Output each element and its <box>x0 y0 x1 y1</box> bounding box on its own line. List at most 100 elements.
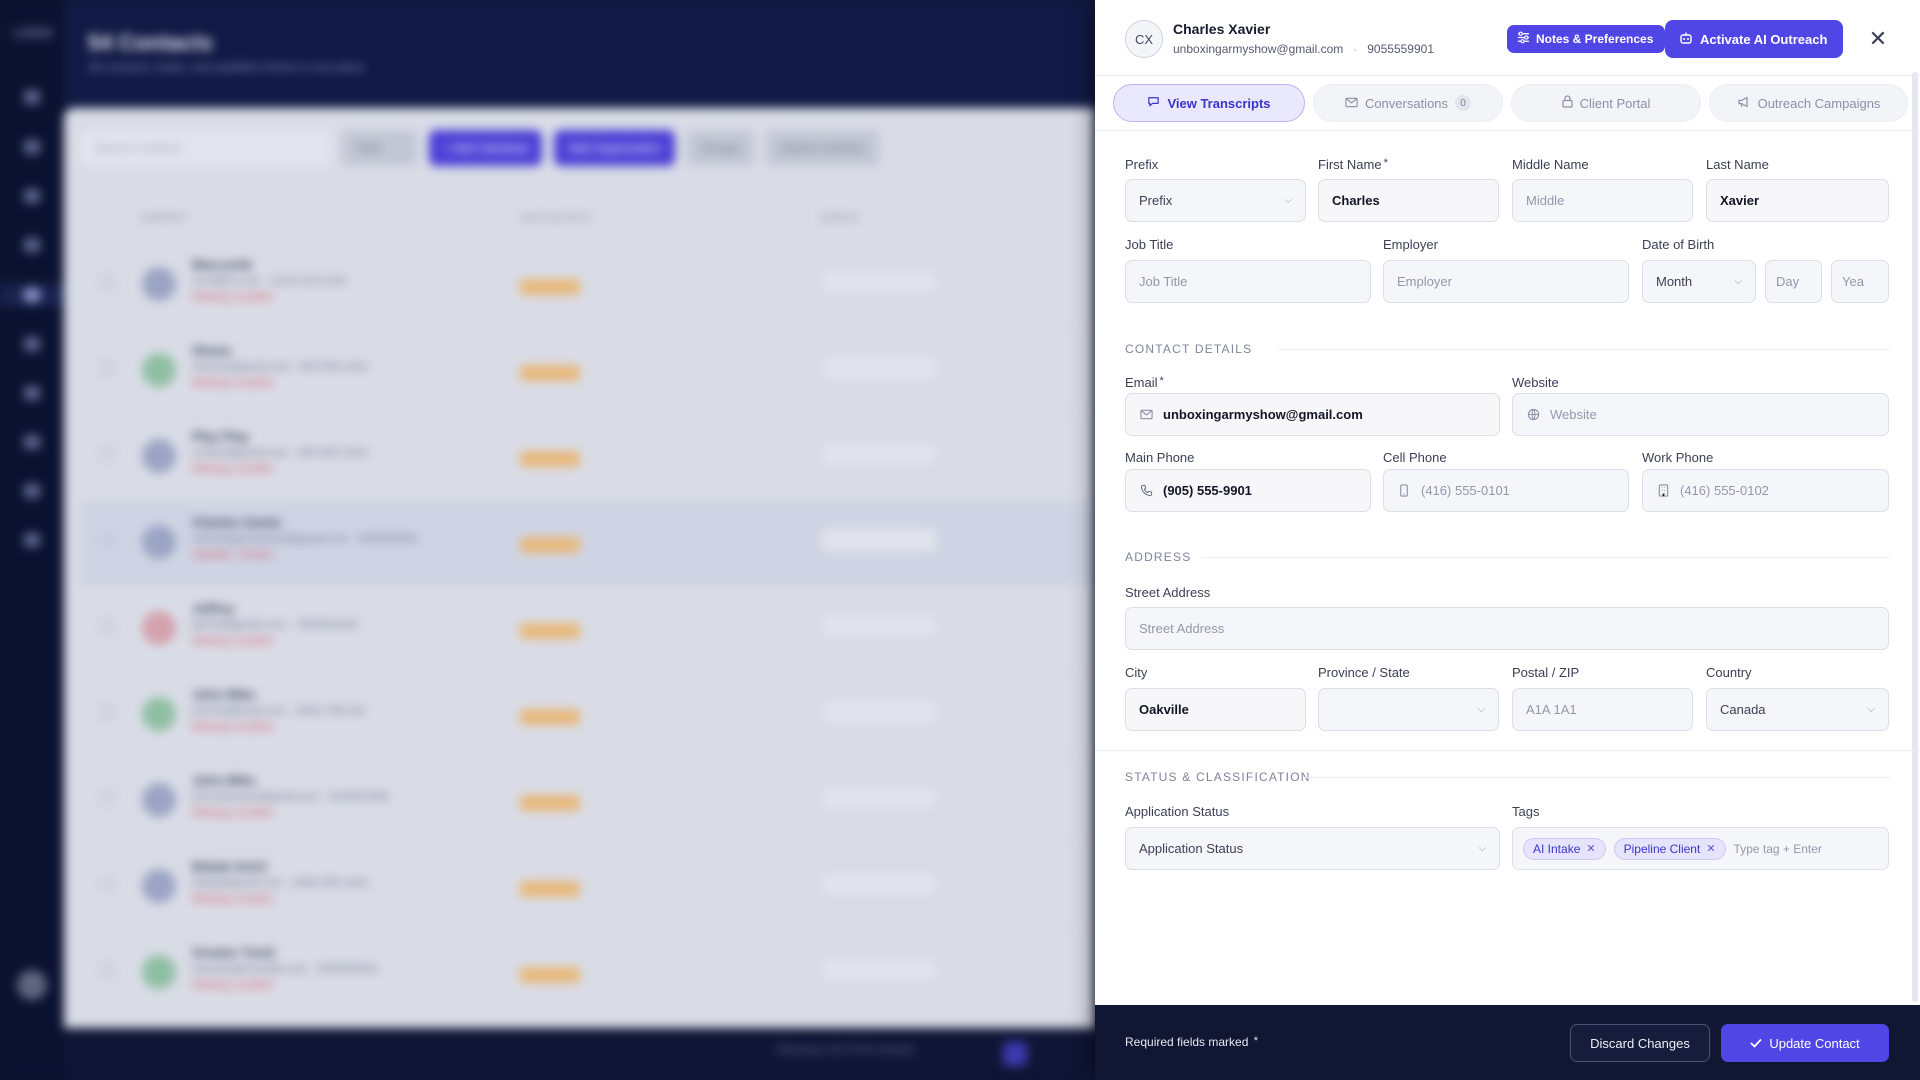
row-checkbox[interactable] <box>100 791 114 805</box>
table-row[interactable]: Babak Amiri babak@gmail.com · (905) 555-1… <box>80 847 1095 929</box>
sidebar-nav-icon[interactable] <box>24 288 40 302</box>
row-checkbox[interactable] <box>100 361 114 375</box>
row-status-select[interactable] <box>820 269 938 295</box>
filter-button[interactable]: Filter <box>342 130 417 166</box>
tags-field[interactable]: AI Intake ✕ Pipeline Client ✕ Type tag + E… <box>1512 827 1889 870</box>
table-row[interactable]: Maccomb mzz@fxs.com · (123) 123-1234 Missi… <box>80 245 1095 327</box>
tab-view-transcripts[interactable]: View Transcripts <box>1113 84 1305 122</box>
chevron-down-icon: ⌵ <box>1734 276 1742 287</box>
tag-input[interactable]: Type tag + Enter <box>1734 842 1822 856</box>
application-status-select[interactable]: Application Status ⌵ <box>1125 827 1500 870</box>
row-checkbox[interactable] <box>100 533 114 547</box>
table-row[interactable]: Jeffrey jeff.fed@gmail.com · 7895543345 Mi… <box>80 589 1095 671</box>
groups-button[interactable]: Groups <box>686 130 755 166</box>
discard-changes-button[interactable]: Discard Changes <box>1570 1024 1710 1062</box>
row-checkbox[interactable] <box>100 963 114 977</box>
drawer-scroll-area: CX Charles Xavier unboxingarmyshow@gmail… <box>1095 0 1920 1005</box>
sidebar-nav-icon[interactable] <box>24 435 40 449</box>
chat-icon <box>1147 95 1160 111</box>
cell-phone-placeholder: (416) 555-0101 <box>1421 483 1510 498</box>
tab-conversations[interactable]: Conversations 0 <box>1313 84 1503 122</box>
row-contact-name: Maccomb <box>192 257 252 272</box>
row-contact-note: Missing Location <box>192 979 274 991</box>
add-individual-button[interactable]: + Add Individual <box>429 130 543 166</box>
import-contacts-button[interactable]: Import Contacts <box>766 130 879 166</box>
table-row[interactable]: Play Play contact@gmail.com · 905-555-102… <box>80 417 1095 499</box>
settings-icon[interactable] <box>17 970 47 1000</box>
row-status-select[interactable] <box>820 527 938 553</box>
table-row[interactable]: Greater Test2 testuser@example.com · 9055… <box>80 933 1095 1015</box>
main-phone-field[interactable]: (905) 555-9901 <box>1125 469 1371 512</box>
row-checkbox[interactable] <box>100 447 114 461</box>
employer-field[interactable]: Employer <box>1383 260 1629 303</box>
tab-outreach-campaigns[interactable]: Outreach Campaigns <box>1709 84 1908 122</box>
job-title-field[interactable]: Job Title <box>1125 260 1371 303</box>
employer-label: Employer <box>1383 237 1438 252</box>
sidebar-nav-icon[interactable] <box>24 337 40 351</box>
street-address-field[interactable]: Street Address <box>1125 607 1889 650</box>
sidebar-nav-icon[interactable] <box>24 90 40 104</box>
dob-day-field[interactable]: Day <box>1765 260 1822 303</box>
row-status-select[interactable] <box>820 613 938 639</box>
table-row[interactable]: Charles Xavier unboxingarmyshow@gmail.com… <box>80 503 1095 585</box>
last-name-field[interactable]: Xavier <box>1706 179 1889 222</box>
row-checkbox[interactable] <box>100 619 114 633</box>
remove-tag-icon[interactable]: ✕ <box>1706 842 1715 855</box>
table-row[interactable]: Shane shane2@gmail.com · 905-555-1023 Miss… <box>80 331 1095 413</box>
sidebar-nav-icon[interactable] <box>24 238 40 252</box>
row-checkbox[interactable] <box>100 877 114 891</box>
row-contact-email: shane2@gmail.com · 905-555-1023 <box>192 361 368 373</box>
first-name-label: First Name * <box>1318 157 1388 172</box>
search-contacts-input[interactable]: Search Contacts <box>80 130 330 166</box>
chevron-down-icon: ⌵ <box>1477 704 1485 715</box>
row-contact-note: Missing Location <box>192 291 274 303</box>
close-icon[interactable]: ✕ <box>1865 26 1891 52</box>
tab-client-portal[interactable]: Client Portal <box>1511 84 1701 122</box>
row-checkbox[interactable] <box>100 705 114 719</box>
row-status-select[interactable] <box>820 441 938 467</box>
drawer-scrollbar[interactable] <box>1912 72 1918 1002</box>
row-contact-email: contact@gmail.com · 905-555-1023 <box>192 447 368 459</box>
sidebar-nav-icon[interactable] <box>24 189 40 203</box>
contacts-toolbar: Search Contacts Filter + Add Individual … <box>80 130 879 168</box>
table-row[interactable]: John Mike john54@gmail.com · (905) 788-33… <box>80 675 1095 757</box>
country-select[interactable]: Canada ⌵ <box>1706 688 1889 731</box>
work-phone-field[interactable]: (416) 555-0102 <box>1642 469 1889 512</box>
avatar <box>142 525 176 559</box>
postal-field[interactable]: A1A 1A1 <box>1512 688 1693 731</box>
row-checkbox[interactable] <box>100 275 114 289</box>
section-divider <box>1278 349 1890 350</box>
pagination-page-button[interactable] <box>1003 1042 1027 1066</box>
sidebar-nav-icon[interactable] <box>24 140 40 154</box>
dob-year-field[interactable]: Yea <box>1831 260 1889 303</box>
row-status-select[interactable] <box>820 871 938 897</box>
email-field[interactable]: unboxingarmyshow@gmail.com <box>1125 393 1500 436</box>
website-field[interactable]: Website <box>1512 393 1889 436</box>
building-icon <box>1656 484 1670 497</box>
city-field[interactable]: Oakville <box>1125 688 1306 731</box>
row-status-select[interactable] <box>820 355 938 381</box>
contact-meta: unboxingarmyshow@gmail.com · 9055559901 <box>1173 42 1434 56</box>
cell-phone-field[interactable]: (416) 555-0101 <box>1383 469 1629 512</box>
sidebar-nav-icon[interactable] <box>24 533 40 547</box>
activate-ai-outreach-button[interactable]: Activate AI Outreach <box>1665 20 1844 58</box>
middle-name-field[interactable]: Middle <box>1512 179 1693 222</box>
province-select[interactable]: ⌵ <box>1318 688 1499 731</box>
row-status-select[interactable] <box>820 785 938 811</box>
remove-tag-icon[interactable]: ✕ <box>1586 842 1595 855</box>
dob-month-select[interactable]: Month ⌵ <box>1642 260 1756 303</box>
notes-preferences-button[interactable]: Notes & Preferences <box>1507 25 1666 53</box>
row-status-select[interactable] <box>820 957 938 983</box>
table-row[interactable]: John Mike johnmikeuser@gmail.com · 923456… <box>80 761 1095 843</box>
row-status-select[interactable] <box>820 699 938 725</box>
row-contact-note: Missing Location <box>192 893 274 905</box>
first-name-field[interactable]: Charles <box>1318 179 1499 222</box>
tab-label: Outreach Campaigns <box>1757 95 1881 111</box>
sidebar-nav-icon[interactable] <box>24 484 40 498</box>
sidebar-nav-icon[interactable] <box>24 386 40 400</box>
contact-phone: 9055559901 <box>1367 42 1434 56</box>
update-contact-button[interactable]: Update Contact <box>1721 1024 1889 1062</box>
chevron-down-icon: ⌵ <box>1478 843 1486 854</box>
add-organization-button[interactable]: Add Organization <box>554 130 675 166</box>
prefix-select[interactable]: Prefix ⌵ <box>1125 179 1306 222</box>
